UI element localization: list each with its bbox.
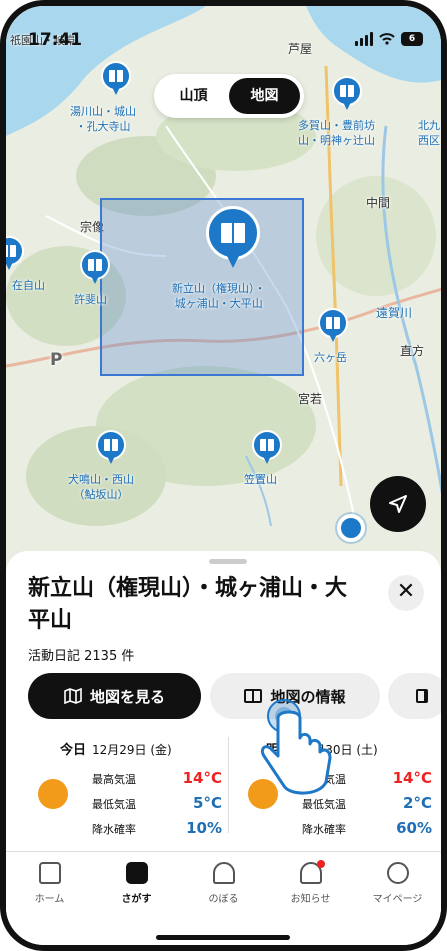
weather-today-label: 今日 xyxy=(60,743,87,758)
book-icon xyxy=(416,689,428,703)
map-label-nogata: 直方 xyxy=(400,344,425,358)
parking-icon: P xyxy=(50,350,63,370)
map-label-ongagawa: 遠賀川 xyxy=(376,306,413,320)
map-label-nakama: 中間 xyxy=(366,196,391,210)
home-icon xyxy=(38,862,61,884)
max-temp-label: 最高気温 xyxy=(92,773,136,786)
map-pin-kasaoki[interactable] xyxy=(252,430,282,470)
status-bar: 17:41 6 xyxy=(6,30,441,54)
close-button[interactable]: ✕ xyxy=(388,575,424,611)
map-label-zaijiyama: 在自山 xyxy=(12,279,45,292)
selected-mountain-pin[interactable] xyxy=(206,206,262,276)
rain-chance-value: 10% xyxy=(186,819,222,837)
view-map-label: 地図を見る xyxy=(89,687,165,706)
tab-label: ホーム xyxy=(34,894,65,905)
toggle-map[interactable]: 地図 xyxy=(229,78,300,114)
bottom-sheet: 新立山（権現山）・城ヶ浦山・大平山 ✕ 活動日記 2135 件 地図を見る 地図… xyxy=(6,551,441,945)
rain-chance-label: 降水確率 xyxy=(302,823,346,836)
map-pin-rokugatake[interactable] xyxy=(318,308,348,348)
navigation-arrow-icon xyxy=(389,495,407,513)
map-label-kyogusan: 許斐山 xyxy=(74,293,107,306)
map-pin-tagasan[interactable] xyxy=(332,76,362,116)
tab-label: さがす xyxy=(121,894,152,905)
map-label-kasaoki: 笠置山 xyxy=(244,473,277,486)
tab-mypage[interactable]: マイページ xyxy=(354,852,441,919)
max-temp-value: 14°C xyxy=(182,769,222,787)
weather-today: 今日 12月29日 (金) 最高気温 14°C 最低気温 5°C 降水確率 10% xyxy=(28,739,222,837)
home-indicator xyxy=(156,935,290,940)
map-label-kitakyu: 北九 西区 xyxy=(418,119,440,147)
map-label-yukawa: 湯川山・城山 ・孔大寺山 xyxy=(70,105,136,133)
bottom-tab-bar: ホーム さがす のぼる お知らせ マイページ xyxy=(6,851,441,919)
view-map-button[interactable]: 地図を見る xyxy=(28,673,201,719)
close-icon: ✕ xyxy=(396,579,416,604)
min-temp-value: 5°C xyxy=(193,794,222,812)
tab-label: のぼる xyxy=(208,894,239,905)
notification-badge xyxy=(317,860,325,868)
status-time: 17:41 xyxy=(28,30,83,50)
weather-divider xyxy=(228,737,229,833)
toggle-summit[interactable]: 山頂 xyxy=(158,78,229,114)
map-mode-toggle[interactable]: 山頂 地図 xyxy=(154,74,304,118)
tab-label: マイページ xyxy=(372,894,423,905)
map-icon xyxy=(64,688,82,704)
more-button[interactable] xyxy=(388,673,441,719)
tab-home[interactable]: ホーム xyxy=(6,852,93,919)
phone-frame: 祇園山・岐阜 芦屋 湯川山・城山 ・孔大寺山 多賀山・豊前坊 山・明神ヶ辻山 北… xyxy=(0,0,447,951)
sun-icon xyxy=(38,779,68,809)
max-temp-value: 14°C xyxy=(392,769,432,787)
map-label-tatsuyama: 新立山（権現山）・ 城ヶ浦山・大平山 xyxy=(172,282,266,310)
rain-chance-label: 降水確率 xyxy=(92,823,136,836)
map-pin-zaijiyama[interactable] xyxy=(6,236,24,276)
wifi-icon xyxy=(379,33,395,45)
tab-label: お知らせ xyxy=(290,894,331,905)
battery-icon: 6 xyxy=(401,32,423,46)
user-location-dot xyxy=(337,514,365,542)
activity-count[interactable]: 活動日記 2135 件 xyxy=(28,645,134,664)
weather-today-date: 12月29日 (金) xyxy=(92,743,172,757)
map-label-miyawaka: 宮若 xyxy=(298,392,323,406)
map-label-rokugatake: 六ヶ岳 xyxy=(314,351,347,364)
map-label-inunaki: 犬鳴山・西山 （鮎坂山） xyxy=(68,473,134,501)
rain-chance-value: 60% xyxy=(396,819,432,837)
tab-climb[interactable]: のぼる xyxy=(180,852,267,919)
tap-hand-icon xyxy=(260,699,332,795)
mountain-icon xyxy=(212,862,235,884)
min-temp-value: 2°C xyxy=(403,794,432,812)
map-pin-yukawa[interactable] xyxy=(101,61,131,101)
tab-search[interactable]: さがす xyxy=(93,852,180,919)
cellular-signal-icon xyxy=(355,32,373,46)
map-pin-inunaki[interactable] xyxy=(96,430,126,470)
tab-notifications[interactable]: お知らせ xyxy=(267,852,354,919)
map-label-tagasan: 多賀山・豊前坊 山・明神ヶ辻山 xyxy=(298,119,375,147)
map-search-icon xyxy=(125,862,148,884)
current-location-button[interactable] xyxy=(370,476,426,532)
map-pin-kyogusan[interactable] xyxy=(80,250,110,290)
mountain-title: 新立山（権現山）・城ヶ浦山・大平山 xyxy=(28,576,348,633)
sheet-handle[interactable] xyxy=(209,559,247,564)
min-temp-label: 最低気温 xyxy=(92,798,136,811)
user-icon xyxy=(386,862,409,884)
